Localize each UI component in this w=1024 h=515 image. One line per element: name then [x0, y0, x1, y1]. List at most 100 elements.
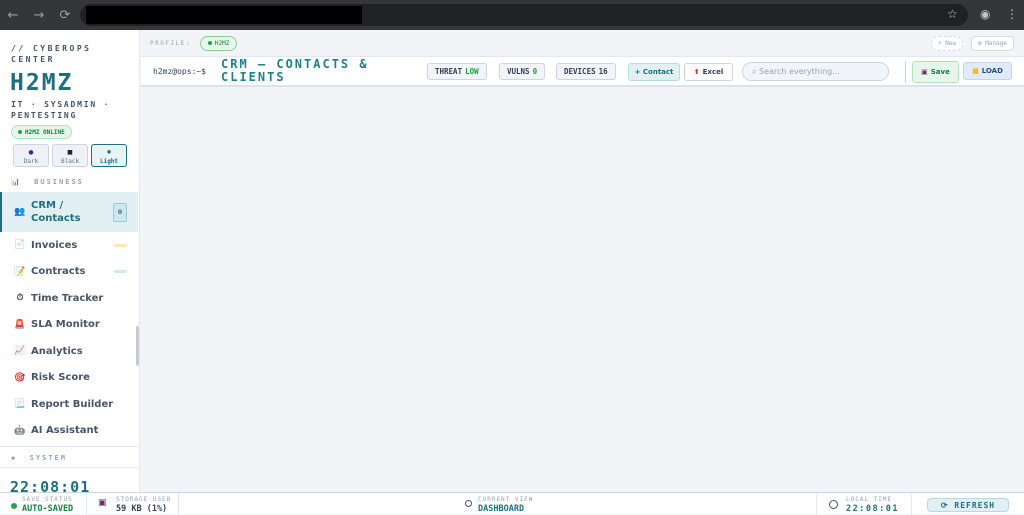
diamond-icon: ◆ [11, 454, 18, 462]
sidebar-item-label: Contracts [31, 266, 86, 278]
sidebar-item-label: Risk Score [31, 372, 90, 384]
theme-label: Black [60, 158, 80, 165]
excel-export-button[interactable]: ⬆ Excel [684, 63, 733, 81]
search-input[interactable]: ⌕ Search everything... [742, 62, 889, 81]
save-status-value: AUTO-SAVED [22, 504, 74, 514]
profile-icon[interactable]: ◉ [980, 7, 990, 21]
section-system: ◆ SYSTEM [11, 454, 67, 462]
robot-icon: 🤖 [14, 425, 26, 436]
theme-black-button[interactable]: ■ Black [52, 144, 88, 167]
sidebar-menu: 👥 CRM / Contacts 0 📄 Invoices 📝 Contracts ⏱ T… [0, 192, 138, 444]
save-button[interactable]: ▣ Save [912, 61, 959, 83]
moon-icon: ● [28, 149, 34, 156]
invoices-badge [114, 243, 127, 247]
theme-label: Dark [23, 158, 39, 165]
reload-button[interactable]: ⟳ [52, 8, 78, 23]
divider [816, 493, 817, 515]
divider [0, 446, 138, 447]
threat-label: THREAT [435, 67, 463, 76]
invoice-icon: 📄 [14, 240, 26, 251]
load-label: LOAD [981, 67, 1003, 75]
excel-label: Excel [702, 68, 724, 76]
section-business: 📊 BUSINESS [11, 178, 84, 186]
threat-value: LOW [465, 67, 479, 76]
page-header: h2mz@ops:~$ CRM — CONTACTS & CLIENTS THR… [141, 57, 1024, 87]
threat-badge: THREAT LOW [427, 63, 487, 80]
divider [86, 493, 87, 515]
sidebar-scrollbar[interactable] [136, 326, 139, 366]
address-bar[interactable] [80, 4, 968, 26]
theme-switcher: ● Dark ■ Black ✹ Light [13, 144, 127, 167]
sidebar-item-label: CRM / Contacts [31, 200, 81, 224]
profile-label: PROFILE: [150, 39, 191, 47]
divider [0, 467, 138, 468]
status-dot-icon [18, 130, 22, 134]
current-view-label: CURRENT VIEW [478, 496, 534, 503]
vulns-label: VULNS [507, 67, 530, 76]
forward-button[interactable]: → [26, 8, 52, 23]
theme-label: Light [99, 158, 119, 165]
refresh-button[interactable]: ⟳ REFRESH [927, 498, 1009, 512]
logo: H2MZ [10, 70, 74, 96]
terminal-prompt: h2mz@ops:~$ [153, 67, 206, 76]
profile-bar: PROFILE: H2MZ + New ⚙ Manage [141, 30, 1024, 57]
target-icon: 🎯 [14, 372, 26, 383]
siren-icon: 🚨 [14, 319, 26, 330]
square-icon: ■ [67, 149, 73, 156]
new-profile-button[interactable]: + New [931, 36, 964, 51]
sidebar-item-analytics[interactable]: 📈 Analytics [0, 338, 138, 365]
floppy-icon: ▣ [98, 498, 107, 508]
storage-value: 59 KB (1%) [116, 504, 168, 514]
online-status-badge: H2MZ ONLINE [11, 125, 72, 139]
status-footer: SAVE STATUS AUTO-SAVED ▣ STORAGE USED 59… [0, 492, 1024, 515]
back-button[interactable]: ← [0, 8, 26, 23]
contract-icon: 📝 [14, 266, 26, 277]
sidebar-item-risk-score[interactable]: 🎯 Risk Score [0, 365, 138, 392]
section-label: BUSINESS [34, 178, 84, 186]
redacted-url [86, 6, 362, 24]
sidebar-item-label: Report Builder [31, 398, 114, 410]
sidebar-item-crm[interactable]: 👥 CRM / Contacts 0 [0, 192, 138, 232]
add-contact-button[interactable]: + Contact [628, 63, 680, 81]
devices-label: DEVICES [564, 67, 596, 76]
sun-icon: ✹ [106, 149, 112, 156]
profile-chip[interactable]: H2MZ [199, 35, 238, 51]
sidebar-item-invoices[interactable]: 📄 Invoices [0, 232, 138, 259]
brand-subtitle: // CYBEROPS CENTER [11, 44, 92, 64]
sidebar-clock: 22:08:01 [10, 478, 91, 492]
sidebar-item-report-builder[interactable]: 📃 Report Builder [0, 391, 138, 418]
manage-profiles-button[interactable]: ⚙ Manage [971, 36, 1014, 51]
sidebar-item-contracts[interactable]: 📝 Contracts [0, 259, 138, 286]
sidebar-item-sla-monitor[interactable]: 🚨 SLA Monitor [0, 312, 138, 339]
online-label: H2MZ ONLINE [25, 128, 65, 136]
current-view-value: DASHBOARD [478, 504, 525, 514]
sidebar: // CYBEROPS CENTER H2MZ IT · SYSADMIN · … [0, 30, 140, 492]
chart-icon: 📊 [11, 178, 22, 186]
sidebar-item-label: Analytics [31, 345, 83, 357]
folder-icon: ■ [972, 67, 979, 75]
page-title: CRM — CONTACTS & CLIENTS [221, 57, 369, 84]
sidebar-item-ai-assistant[interactable]: 🤖 AI Assistant [0, 418, 138, 445]
local-time-label: LOCAL TIME [846, 496, 893, 503]
theme-light-button[interactable]: ✹ Light [91, 144, 127, 167]
floppy-icon: ▣ [921, 68, 928, 76]
crm-count-badge: 0 [112, 202, 127, 222]
view-circle-icon [465, 500, 472, 507]
bookmark-star-icon[interactable]: ☆ [947, 7, 958, 21]
theme-dark-button[interactable]: ● Dark [13, 144, 49, 167]
save-status-label: SAVE STATUS [22, 496, 73, 503]
devices-badge: DEVICES 16 [556, 63, 616, 80]
load-button[interactable]: ■ LOAD [963, 62, 1012, 80]
chart-line-icon: 📈 [14, 346, 26, 357]
tagline: IT · SYSADMIN · PENTESTING [11, 100, 111, 120]
save-label: Save [930, 68, 950, 76]
browser-toolbar: ← → ⟳ ☆ ◉ ⋮ [0, 0, 1024, 30]
sidebar-item-label: Time Tracker [31, 292, 104, 304]
sidebar-item-time-tracker[interactable]: ⏱ Time Tracker [0, 285, 138, 312]
sidebar-item-label: AI Assistant [31, 425, 99, 437]
storage-label: STORAGE USED [116, 496, 172, 503]
sidebar-item-label: SLA Monitor [31, 319, 100, 331]
browser-menu-icon[interactable]: ⋮ [1006, 7, 1018, 21]
divider [905, 61, 906, 83]
save-status-dot-icon [11, 503, 17, 509]
